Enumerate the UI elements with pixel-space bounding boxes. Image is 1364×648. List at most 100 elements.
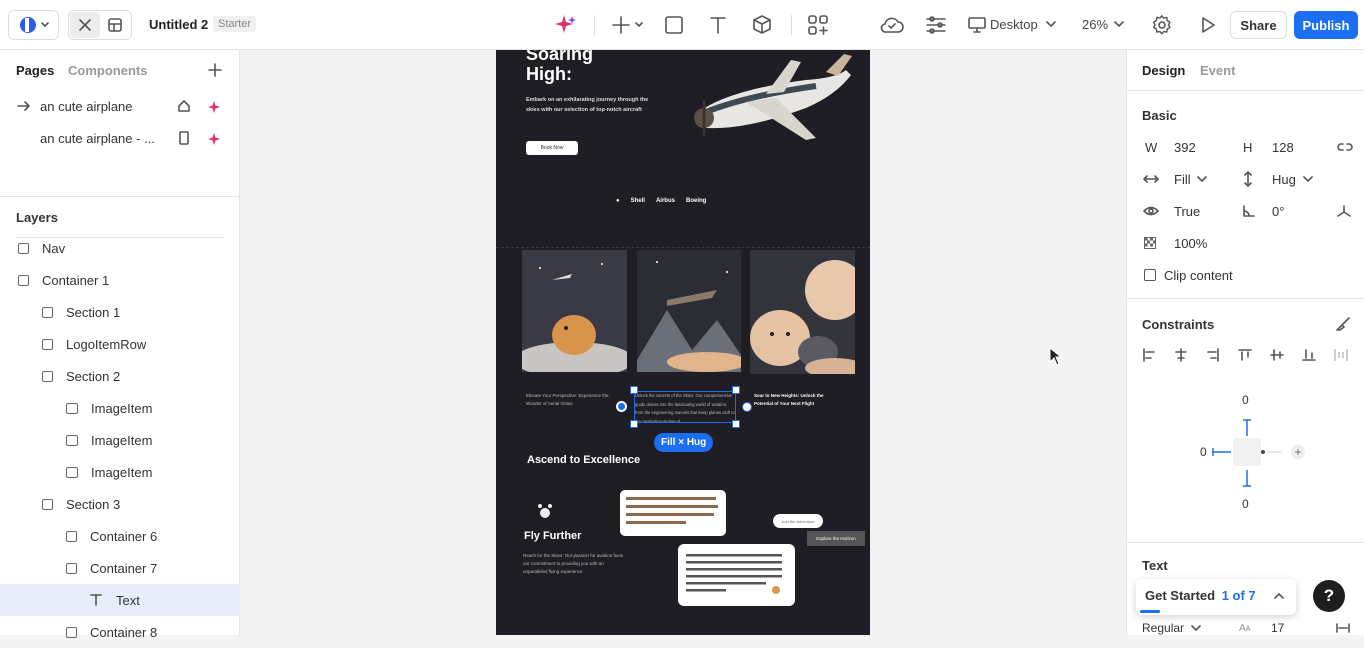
- layer-container-1[interactable]: Container 1: [0, 264, 240, 296]
- caption-3[interactable]: Soar to New Heights: Unlock the Potentia…: [754, 392, 834, 408]
- hero-title-line-2[interactable]: High:: [526, 64, 572, 85]
- visible-value[interactable]: True: [1174, 204, 1200, 219]
- layer-container-8[interactable]: Container 8: [0, 616, 240, 648]
- image-seal-cloud[interactable]: [522, 250, 627, 372]
- layer-label: Container 7: [90, 560, 158, 576]
- resize-handle[interactable]: [630, 420, 638, 428]
- layer-container-7[interactable]: Container 7: [0, 552, 240, 584]
- brush-icon[interactable]: [1335, 316, 1351, 332]
- gap-handle-right[interactable]: [742, 402, 752, 412]
- layer-label: Container 8: [90, 624, 158, 640]
- clip-content-checkbox[interactable]: [1144, 269, 1156, 281]
- page-item-home[interactable]: an cute airplane: [40, 99, 133, 114]
- letter-spacing-icon[interactable]: [1336, 622, 1350, 634]
- app-menu-button[interactable]: [8, 10, 59, 40]
- resize-handle[interactable]: [630, 386, 638, 394]
- width-mode-select[interactable]: Fill: [1174, 172, 1191, 187]
- device-selector[interactable]: Desktop: [990, 17, 1038, 32]
- constraint-bottom-value[interactable]: 0: [1242, 497, 1249, 511]
- publish-button[interactable]: Publish: [1294, 11, 1358, 39]
- divider: [1127, 542, 1364, 543]
- page-item-mobile[interactable]: an cute airplane - ...: [40, 131, 155, 146]
- frame-tool-icon[interactable]: [664, 15, 684, 35]
- link-ratio-icon[interactable]: [1337, 141, 1353, 153]
- tab-components[interactable]: Components: [68, 63, 147, 78]
- constraint-left-value[interactable]: 0: [1200, 445, 1207, 459]
- insert-icon[interactable]: [807, 14, 829, 36]
- width-input[interactable]: 392: [1174, 140, 1196, 155]
- image-plane-mountains[interactable]: [637, 250, 741, 372]
- align-top-icon[interactable]: [1238, 348, 1252, 362]
- align-left-icon[interactable]: [1142, 348, 1156, 362]
- ai-page-icon[interactable]: [207, 131, 223, 147]
- layer-container-6[interactable]: Container 6: [0, 520, 240, 552]
- preview-play-icon[interactable]: [1198, 15, 1218, 35]
- hero-title-line-1[interactable]: Soaring: [526, 50, 593, 65]
- font-size-input[interactable]: 17: [1271, 621, 1284, 635]
- align-right-icon[interactable]: [1206, 348, 1220, 362]
- cms-mode-icon[interactable]: [100, 12, 130, 38]
- component-tool-icon[interactable]: [752, 14, 772, 36]
- explore-horizon-button[interactable]: Explore the Horizon: [807, 531, 865, 546]
- chevron-up-icon[interactable]: [1274, 592, 1284, 600]
- design-mode-icon[interactable]: [70, 12, 100, 38]
- logo-row[interactable]: ● Shell Airbus Boeing: [616, 198, 706, 204]
- ascend-heading[interactable]: Ascend to Excellence: [527, 454, 640, 466]
- layer-section-2[interactable]: Section 2: [0, 360, 240, 392]
- align-middle-icon[interactable]: [1270, 348, 1284, 362]
- align-bottom-icon[interactable]: [1302, 348, 1316, 362]
- caption-1[interactable]: Elevate Your Perspective: Experience the…: [526, 392, 616, 408]
- join-adventure-button[interactable]: Join the Adventure: [773, 514, 823, 528]
- layer-section-1[interactable]: Section 1: [0, 296, 240, 328]
- settings-sliders-icon[interactable]: [925, 14, 947, 36]
- layer-logoitemrow[interactable]: LogoItemRow: [0, 328, 240, 360]
- transform-origin-icon[interactable]: [1336, 204, 1352, 218]
- fly-further-description[interactable]: Reach for the Skies: Our passion for avi…: [523, 552, 629, 576]
- project-name[interactable]: Untitled 2: [149, 17, 208, 32]
- book-now-button[interactable]: Book Now: [526, 141, 578, 155]
- resize-handle[interactable]: [732, 386, 740, 394]
- chat-bubble-2[interactable]: [678, 544, 795, 606]
- canvas[interactable]: Soaring High: Embark on an exhilarating …: [241, 50, 1125, 635]
- resize-handle[interactable]: [732, 420, 740, 428]
- ai-page-icon[interactable]: [207, 99, 223, 115]
- site-frame[interactable]: Soaring High: Embark on an exhilarating …: [496, 50, 870, 635]
- constraint-top-value[interactable]: 0: [1242, 393, 1249, 407]
- tab-event[interactable]: Event: [1200, 63, 1235, 78]
- height-mode-icon: [1244, 171, 1252, 187]
- chat-bubble-1[interactable]: [620, 490, 726, 536]
- add-constraint-button[interactable]: +: [1291, 445, 1305, 459]
- image-seal-moon[interactable]: [750, 250, 855, 374]
- chevron-down-icon: [1303, 176, 1313, 182]
- zoom-selector[interactable]: 26%: [1082, 17, 1108, 32]
- get-started-card[interactable]: Get Started 1 of 7: [1136, 579, 1296, 615]
- cloud-sync-icon[interactable]: [879, 14, 905, 36]
- layer-imageitem[interactable]: ImageItem: [0, 456, 240, 488]
- ai-sparkle-icon[interactable]: [554, 13, 578, 37]
- text-tool-icon[interactable]: [708, 15, 728, 35]
- distribute-icon[interactable]: [1334, 348, 1348, 362]
- layer-section-3[interactable]: Section 3: [0, 488, 240, 520]
- add-page-icon[interactable]: [208, 63, 222, 77]
- tab-pages[interactable]: Pages: [16, 63, 54, 78]
- opacity-input[interactable]: 100%: [1174, 236, 1207, 251]
- rotation-input[interactable]: 0°: [1272, 204, 1284, 219]
- tab-design[interactable]: Design: [1142, 63, 1185, 78]
- layer-imageitem[interactable]: ImageItem: [0, 392, 240, 424]
- layer-text-selected[interactable]: Text: [0, 584, 240, 616]
- height-mode-select[interactable]: Hug: [1272, 172, 1296, 187]
- caption-2-selected-text[interactable]: Unlock the Secrets of the Skies: Our com…: [634, 391, 736, 423]
- layer-imageitem[interactable]: ImageItem: [0, 424, 240, 456]
- gap-handle-left[interactable]: [616, 401, 627, 412]
- add-icon[interactable]: [610, 15, 646, 35]
- fly-further-heading[interactable]: Fly Further: [524, 530, 581, 542]
- gear-icon[interactable]: [1151, 14, 1173, 36]
- hero-description[interactable]: Embark on an exhilarating journey throug…: [526, 95, 650, 115]
- height-input[interactable]: 128: [1272, 140, 1294, 155]
- layer-nav[interactable]: Nav: [0, 232, 240, 264]
- share-button[interactable]: Share: [1230, 11, 1287, 39]
- font-weight-select[interactable]: Regular: [1142, 621, 1184, 635]
- align-center-h-icon[interactable]: [1174, 348, 1188, 362]
- help-button[interactable]: ?: [1313, 580, 1345, 612]
- top-toolbar: Untitled 2 Starter Desktop 26% Share Pub…: [0, 0, 1364, 50]
